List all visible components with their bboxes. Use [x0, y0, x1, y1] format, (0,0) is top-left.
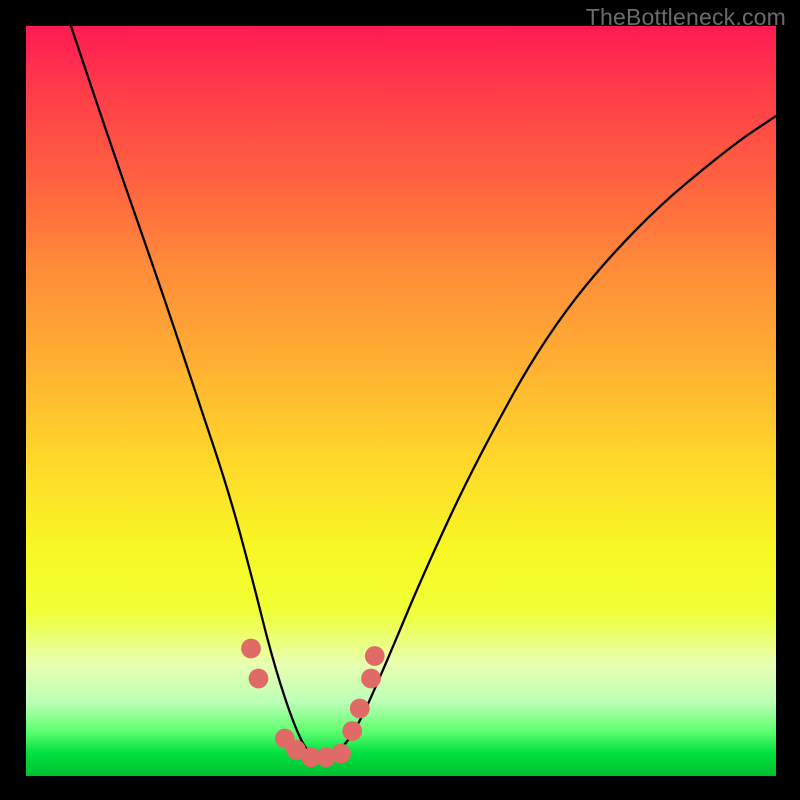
plot-area: [26, 26, 776, 776]
chart-container: TheBottleneck.com: [0, 0, 800, 800]
curve-line: [71, 26, 776, 757]
curve-markers: [241, 639, 385, 768]
chart-svg: [26, 26, 776, 776]
